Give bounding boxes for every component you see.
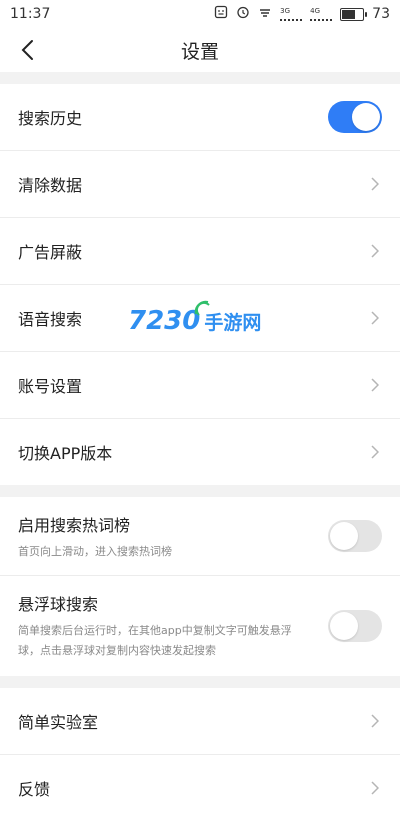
back-button[interactable] [14, 36, 42, 64]
face-icon [214, 5, 228, 23]
signal-4g-label: 4G [310, 7, 321, 15]
status-time: 11:37 [10, 6, 51, 22]
hot-words-description: 首页向上滑动，进入搜索热词榜 [18, 545, 172, 558]
settings-group-1: 搜索历史 清除数据 广告屏蔽 语音搜索 账号设置 切换APP版本 [0, 84, 400, 485]
switch-app-version-label: 切换APP版本 [18, 444, 113, 463]
ad-block-label: 广告屏蔽 [18, 243, 83, 262]
settings-group-3: 简单实验室 反馈 [0, 688, 400, 821]
signal-4g-icon: 4G [310, 7, 333, 21]
voice-search-row[interactable]: 语音搜索 [0, 285, 400, 352]
section-gap [0, 485, 400, 497]
chevron-right-icon [368, 714, 382, 728]
signal-3g-label: 3G [280, 7, 291, 15]
hot-words-toggle[interactable] [328, 520, 382, 552]
signal-3g-icon: 3G [280, 7, 303, 21]
chevron-right-icon [368, 781, 382, 795]
clear-data-row[interactable]: 清除数据 [0, 151, 400, 218]
ad-block-row[interactable]: 广告屏蔽 [0, 218, 400, 285]
switch-app-version-row[interactable]: 切换APP版本 [0, 419, 400, 485]
chevron-right-icon [368, 244, 382, 258]
search-history-toggle[interactable] [328, 101, 382, 133]
wifi-icon [258, 5, 272, 23]
hot-words-row: 启用搜索热词榜 首页向上滑动，进入搜索热词榜 [0, 497, 400, 576]
account-settings-label: 账号设置 [18, 377, 83, 396]
alarm-icon [236, 5, 250, 23]
hot-words-label: 启用搜索热词榜 [18, 516, 131, 535]
chevron-left-icon [21, 40, 33, 60]
section-gap [0, 676, 400, 688]
chevron-right-icon [368, 445, 382, 459]
floating-ball-description: 简单搜索后台运行时，在其他app中复制文字可触发悬浮球，点击悬浮球对复制内容快速… [18, 624, 292, 657]
header: 设置 [0, 28, 400, 72]
search-history-label: 搜索历史 [18, 109, 83, 128]
section-gap [0, 72, 400, 84]
battery-icon [340, 7, 368, 21]
feedback-row[interactable]: 反馈 [0, 755, 400, 821]
chevron-right-icon [368, 177, 382, 191]
floating-ball-label: 悬浮球搜索 [18, 595, 99, 614]
voice-search-label: 语音搜索 [18, 310, 83, 329]
lab-row[interactable]: 简单实验室 [0, 688, 400, 755]
settings-group-2: 启用搜索热词榜 首页向上滑动，进入搜索热词榜 悬浮球搜索 简单搜索后台运行时，在… [0, 497, 400, 676]
feedback-label: 反馈 [18, 780, 51, 799]
status-bar: 11:37 3G 4G 73 [0, 0, 400, 28]
status-icons: 3G 4G 73 [214, 5, 390, 23]
floating-ball-toggle[interactable] [328, 610, 382, 642]
battery-percent: 73 [372, 6, 390, 22]
chevron-right-icon [368, 378, 382, 392]
search-history-row: 搜索历史 [0, 84, 400, 151]
floating-ball-row: 悬浮球搜索 简单搜索后台运行时，在其他app中复制文字可触发悬浮球，点击悬浮球对… [0, 576, 400, 676]
clear-data-label: 清除数据 [18, 176, 83, 195]
page-title: 设置 [180, 40, 219, 63]
chevron-right-icon [368, 311, 382, 325]
floating-ball-text: 悬浮球搜索 简单搜索后台运行时，在其他app中复制文字可触发悬浮球，点击悬浮球对… [18, 591, 308, 661]
hot-words-text: 启用搜索热词榜 首页向上滑动，进入搜索热词榜 [18, 510, 172, 562]
account-settings-row[interactable]: 账号设置 [0, 352, 400, 419]
lab-label: 简单实验室 [18, 713, 99, 732]
